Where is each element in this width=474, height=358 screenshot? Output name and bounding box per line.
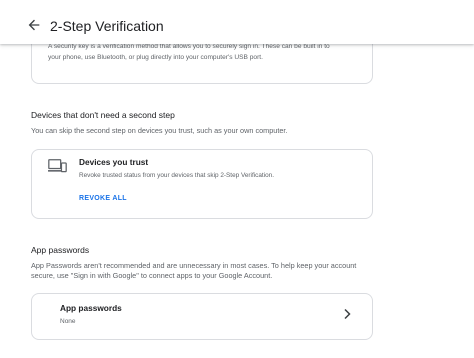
security-key-description: A security key is a verification method … [48, 43, 330, 61]
app-passwords-card-title: App passwords [60, 303, 122, 313]
page: A security key is a verification method … [0, 0, 474, 358]
page-title: 2-Step Verification [50, 18, 164, 34]
revoke-all-button[interactable]: REVOKE ALL [79, 195, 127, 202]
devices-card-title: Devices you trust [79, 157, 149, 167]
devices-card-subtitle: Revoke trusted status from your devices … [79, 172, 275, 179]
devices-section-description: You can skip the second step on devices … [31, 126, 288, 135]
app-passwords-section-title: App passwords [31, 245, 90, 255]
arrow-back-icon[interactable] [26, 17, 42, 33]
devices-icon [48, 159, 67, 173]
chevron-right-icon[interactable] [342, 308, 352, 320]
app-passwords-status: None [60, 318, 76, 325]
app-passwords-card[interactable] [31, 293, 373, 340]
app-passwords-section-description: App Passwords aren't recommended and are… [31, 261, 357, 280]
devices-section-title: Devices that don't need a second step [31, 110, 175, 120]
app-header: 2-Step Verification [0, 0, 474, 44]
